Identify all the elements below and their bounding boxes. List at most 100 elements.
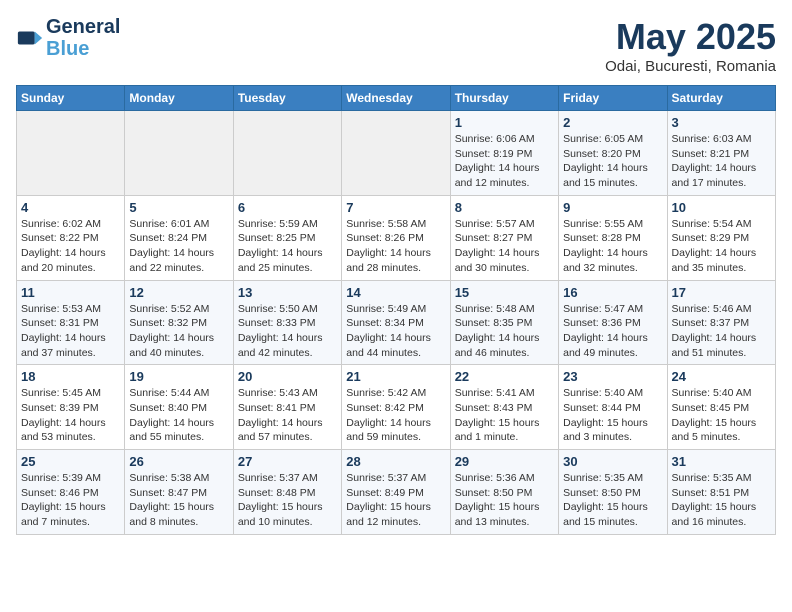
day-info: Sunrise: 5:49 AM Sunset: 8:34 PM Dayligh… — [346, 302, 445, 361]
day-info: Sunrise: 5:45 AM Sunset: 8:39 PM Dayligh… — [21, 386, 120, 445]
day-info: Sunrise: 6:06 AM Sunset: 8:19 PM Dayligh… — [455, 132, 554, 191]
calendar-cell: 17 Sunrise: 5:46 AM Sunset: 8:37 PM Dayli… — [667, 280, 775, 365]
day-number: 13 — [238, 285, 337, 300]
calendar-header: SundayMondayTuesdayWednesdayThursdayFrid… — [17, 86, 776, 111]
weekday-sunday: Sunday — [17, 86, 125, 111]
calendar-body: 1Sunrise: 6:06 AM Sunset: 8:19 PM Daylig… — [17, 111, 776, 535]
calendar-cell: 13 Sunrise: 5:50 AM Sunset: 8:33 PM Dayli… — [233, 280, 341, 365]
calendar-cell: 12 Sunrise: 5:52 AM Sunset: 8:32 PM Dayli… — [125, 280, 233, 365]
calendar-cell: 21 Sunrise: 5:42 AM Sunset: 8:42 PM Dayli… — [342, 365, 450, 450]
calendar-cell: 29Sunrise: 5:36 AM Sunset: 8:50 PM Dayli… — [450, 450, 558, 535]
day-number: 12 — [129, 285, 228, 300]
month-title: May 2025 — [605, 16, 776, 58]
day-number: 6 — [238, 200, 337, 215]
day-number: 28 — [346, 454, 445, 469]
logo-line1: General — [46, 16, 120, 38]
day-info: Sunrise: 5:46 AM Sunset: 8:37 PM Dayligh… — [672, 302, 771, 361]
day-info: Sunrise: 5:57 AM Sunset: 8:27 PM Dayligh… — [455, 217, 554, 276]
day-info: Sunrise: 6:05 AM Sunset: 8:20 PM Dayligh… — [563, 132, 662, 191]
calendar-cell: 23Sunrise: 5:40 AM Sunset: 8:44 PM Dayli… — [559, 365, 667, 450]
day-number: 30 — [563, 454, 662, 469]
weekday-monday: Monday — [125, 86, 233, 111]
day-info: Sunrise: 5:53 AM Sunset: 8:31 PM Dayligh… — [21, 302, 120, 361]
calendar-week-2: 4Sunrise: 6:02 AM Sunset: 8:22 PM Daylig… — [17, 195, 776, 280]
calendar-cell — [342, 111, 450, 196]
calendar-cell: 3 Sunrise: 6:03 AM Sunset: 8:21 PM Daylig… — [667, 111, 775, 196]
day-number: 11 — [21, 285, 120, 300]
calendar-cell: 20 Sunrise: 5:43 AM Sunset: 8:41 PM Dayli… — [233, 365, 341, 450]
weekday-tuesday: Tuesday — [233, 86, 341, 111]
calendar-cell: 10 Sunrise: 5:54 AM Sunset: 8:29 PM Dayli… — [667, 195, 775, 280]
weekday-saturday: Saturday — [667, 86, 775, 111]
calendar-cell: 24 Sunrise: 5:40 AM Sunset: 8:45 PM Dayli… — [667, 365, 775, 450]
calendar-cell: 19 Sunrise: 5:44 AM Sunset: 8:40 PM Dayli… — [125, 365, 233, 450]
calendar-cell: 7Sunrise: 5:58 AM Sunset: 8:26 PM Daylig… — [342, 195, 450, 280]
location-subtitle: Odai, Bucuresti, Romania — [605, 58, 776, 75]
day-info: Sunrise: 5:40 AM Sunset: 8:45 PM Dayligh… — [672, 386, 771, 445]
calendar-cell: 15Sunrise: 5:48 AM Sunset: 8:35 PM Dayli… — [450, 280, 558, 365]
day-info: Sunrise: 5:50 AM Sunset: 8:33 PM Dayligh… — [238, 302, 337, 361]
calendar-cell: 8Sunrise: 5:57 AM Sunset: 8:27 PM Daylig… — [450, 195, 558, 280]
calendar-week-5: 25 Sunrise: 5:39 AM Sunset: 8:46 PM Dayli… — [17, 450, 776, 535]
logo: General Blue — [16, 16, 120, 60]
calendar-cell: 27Sunrise: 5:37 AM Sunset: 8:48 PM Dayli… — [233, 450, 341, 535]
title-block: May 2025 Odai, Bucuresti, Romania — [605, 16, 776, 75]
calendar-cell — [125, 111, 233, 196]
day-info: Sunrise: 5:37 AM Sunset: 8:49 PM Dayligh… — [346, 471, 445, 530]
day-number: 14 — [346, 285, 445, 300]
calendar-cell: 6Sunrise: 5:59 AM Sunset: 8:25 PM Daylig… — [233, 195, 341, 280]
day-info: Sunrise: 5:39 AM Sunset: 8:46 PM Dayligh… — [21, 471, 120, 530]
day-number: 10 — [672, 200, 771, 215]
calendar-table: SundayMondayTuesdayWednesdayThursdayFrid… — [16, 85, 776, 535]
calendar-cell: 4Sunrise: 6:02 AM Sunset: 8:22 PM Daylig… — [17, 195, 125, 280]
weekday-thursday: Thursday — [450, 86, 558, 111]
calendar-cell: 11 Sunrise: 5:53 AM Sunset: 8:31 PM Dayli… — [17, 280, 125, 365]
calendar-week-3: 11 Sunrise: 5:53 AM Sunset: 8:31 PM Dayli… — [17, 280, 776, 365]
day-info: Sunrise: 5:38 AM Sunset: 8:47 PM Dayligh… — [129, 471, 228, 530]
calendar-cell: 1Sunrise: 6:06 AM Sunset: 8:19 PM Daylig… — [450, 111, 558, 196]
day-info: Sunrise: 5:36 AM Sunset: 8:50 PM Dayligh… — [455, 471, 554, 530]
day-info: Sunrise: 5:54 AM Sunset: 8:29 PM Dayligh… — [672, 217, 771, 276]
day-info: Sunrise: 5:55 AM Sunset: 8:28 PM Dayligh… — [563, 217, 662, 276]
calendar-cell: 25 Sunrise: 5:39 AM Sunset: 8:46 PM Dayli… — [17, 450, 125, 535]
day-number: 2 — [563, 115, 662, 130]
day-number: 5 — [129, 200, 228, 215]
day-info: Sunrise: 5:47 AM Sunset: 8:36 PM Dayligh… — [563, 302, 662, 361]
day-number: 25 — [21, 454, 120, 469]
day-number: 24 — [672, 369, 771, 384]
day-number: 19 — [129, 369, 228, 384]
day-info: Sunrise: 5:37 AM Sunset: 8:48 PM Dayligh… — [238, 471, 337, 530]
calendar-cell — [17, 111, 125, 196]
day-number: 17 — [672, 285, 771, 300]
day-info: Sunrise: 5:44 AM Sunset: 8:40 PM Dayligh… — [129, 386, 228, 445]
day-info: Sunrise: 5:35 AM Sunset: 8:50 PM Dayligh… — [563, 471, 662, 530]
day-info: Sunrise: 5:41 AM Sunset: 8:43 PM Dayligh… — [455, 386, 554, 445]
day-number: 20 — [238, 369, 337, 384]
calendar-cell: 30 Sunrise: 5:35 AM Sunset: 8:50 PM Dayli… — [559, 450, 667, 535]
weekday-friday: Friday — [559, 86, 667, 111]
day-info: Sunrise: 5:35 AM Sunset: 8:51 PM Dayligh… — [672, 471, 771, 530]
day-number: 3 — [672, 115, 771, 130]
calendar-cell: 26 Sunrise: 5:38 AM Sunset: 8:47 PM Dayli… — [125, 450, 233, 535]
calendar-cell: 31 Sunrise: 5:35 AM Sunset: 8:51 PM Dayli… — [667, 450, 775, 535]
day-number: 26 — [129, 454, 228, 469]
calendar-cell: 28 Sunrise: 5:37 AM Sunset: 8:49 PM Dayli… — [342, 450, 450, 535]
calendar-cell: 2 Sunrise: 6:05 AM Sunset: 8:20 PM Daylig… — [559, 111, 667, 196]
page-header: General Blue May 2025 Odai, Bucuresti, R… — [16, 16, 776, 75]
calendar-cell: 18Sunrise: 5:45 AM Sunset: 8:39 PM Dayli… — [17, 365, 125, 450]
day-info: Sunrise: 5:58 AM Sunset: 8:26 PM Dayligh… — [346, 217, 445, 276]
logo-line2: Blue — [46, 38, 120, 60]
day-number: 22 — [455, 369, 554, 384]
day-number: 21 — [346, 369, 445, 384]
day-info: Sunrise: 6:03 AM Sunset: 8:21 PM Dayligh… — [672, 132, 771, 191]
day-number: 31 — [672, 454, 771, 469]
calendar-cell: 16Sunrise: 5:47 AM Sunset: 8:36 PM Dayli… — [559, 280, 667, 365]
calendar-cell: 5Sunrise: 6:01 AM Sunset: 8:24 PM Daylig… — [125, 195, 233, 280]
logo-icon — [16, 24, 44, 52]
day-info: Sunrise: 5:52 AM Sunset: 8:32 PM Dayligh… — [129, 302, 228, 361]
day-number: 23 — [563, 369, 662, 384]
day-info: Sunrise: 5:43 AM Sunset: 8:41 PM Dayligh… — [238, 386, 337, 445]
calendar-cell: 22 Sunrise: 5:41 AM Sunset: 8:43 PM Dayli… — [450, 365, 558, 450]
calendar-week-4: 18Sunrise: 5:45 AM Sunset: 8:39 PM Dayli… — [17, 365, 776, 450]
day-info: Sunrise: 5:42 AM Sunset: 8:42 PM Dayligh… — [346, 386, 445, 445]
